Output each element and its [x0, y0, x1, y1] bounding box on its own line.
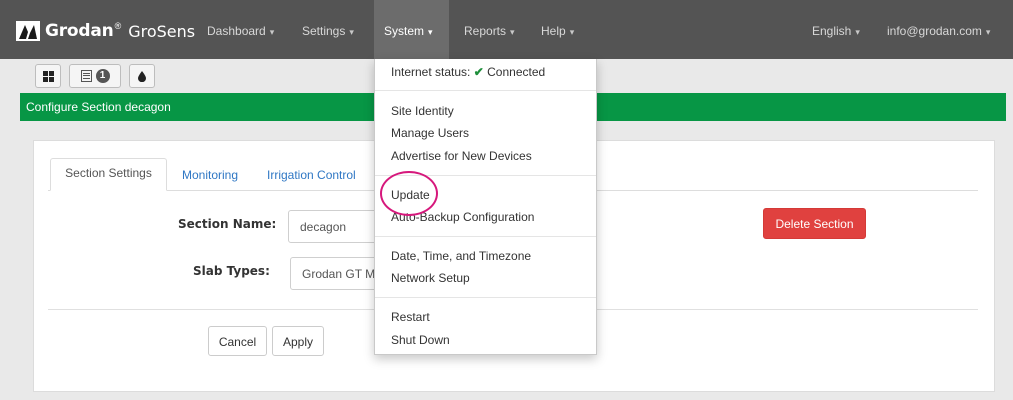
highlight-circle-annotation [380, 171, 438, 216]
list-icon [80, 70, 92, 82]
brand[interactable]: Grodan ® GroSens [16, 20, 195, 42]
caret-down-icon: ▾ [569, 27, 575, 37]
section-header-title: Configure Section decagon [26, 100, 171, 114]
nav-help[interactable]: Help ▾ [541, 0, 574, 59]
section-name-value: decagon [300, 220, 347, 234]
section-name-input[interactable]: decagon [288, 210, 378, 243]
internet-status-prefix: Internet status: [391, 65, 471, 79]
irrigation-view-button[interactable] [129, 64, 155, 88]
internet-status: Internet status: ✔ Connected [391, 65, 545, 79]
nav-reports[interactable]: Reports ▾ [464, 0, 515, 59]
menu-item-restart[interactable]: Restart [391, 310, 430, 324]
caret-down-icon: ▾ [269, 27, 275, 37]
product-name: GroSens [128, 21, 196, 41]
apply-button[interactable]: Apply [272, 326, 324, 356]
caret-down-icon: ▾ [855, 27, 860, 37]
delete-section-label: Delete Section [775, 217, 854, 231]
brand-name: Grodan [45, 21, 114, 41]
caret-down-icon: ▾ [985, 27, 991, 37]
slab-types-label: Slab Types: [193, 264, 270, 278]
slab-types-select[interactable]: Grodan GT M [290, 257, 378, 290]
cancel-label: Cancel [218, 335, 257, 349]
menu-item-network-setup[interactable]: Network Setup [391, 271, 470, 285]
count-badge: 1 [95, 69, 110, 83]
caret-down-icon: ▾ [349, 27, 354, 37]
grid-icon [42, 70, 54, 82]
nav-reports-label: Reports [464, 24, 507, 38]
menu-divider [375, 297, 596, 298]
menu-item-site-identity[interactable]: Site Identity [391, 104, 454, 118]
menu-divider [375, 90, 596, 91]
list-view-button[interactable]: 1 [69, 64, 121, 88]
menu-item-advertise-devices[interactable]: Advertise for New Devices [391, 149, 532, 163]
slab-types-value: Grodan GT M [302, 267, 376, 281]
nav-system[interactable]: System ▾ [374, 0, 449, 59]
cancel-button[interactable]: Cancel [208, 326, 267, 356]
nav-help-label: Help [541, 24, 566, 38]
top-navbar: Grodan ® GroSens Dashboard ▾ Settings ▾ Sy… [0, 0, 1013, 59]
caret-down-icon: ▾ [510, 27, 515, 37]
nav-language-label: English [812, 24, 852, 38]
nav-language[interactable]: English ▾ [812, 0, 860, 59]
nav-dashboard[interactable]: Dashboard ▾ [207, 0, 274, 59]
section-name-label: Section Name: [178, 217, 277, 231]
menu-item-date-time[interactable]: Date, Time, and Timezone [391, 249, 531, 263]
internet-status-value: Connected [487, 65, 546, 79]
nav-settings[interactable]: Settings ▾ [302, 0, 354, 59]
menu-item-shut-down[interactable]: Shut Down [391, 333, 450, 347]
tab-monitoring[interactable]: Monitoring [182, 168, 238, 182]
nav-system-label: System [384, 24, 425, 38]
menu-divider [375, 236, 596, 237]
nav-dashboard-label: Dashboard [207, 24, 266, 38]
caret-down-icon: ▾ [428, 27, 433, 37]
check-icon: ✔ [473, 65, 484, 79]
tab-monitoring-label: Monitoring [182, 168, 239, 182]
menu-item-manage-users[interactable]: Manage Users [391, 126, 469, 140]
delete-section-button[interactable]: Delete Section [763, 208, 866, 239]
brand-trademark: ® [114, 21, 122, 31]
tab-irrigation-control-label: Irrigation Control [267, 168, 356, 182]
tab-irrigation-control[interactable]: Irrigation Control [267, 168, 356, 182]
apply-label: Apply [282, 335, 314, 349]
nav-settings-label: Settings [302, 24, 346, 38]
drop-icon [138, 70, 146, 82]
grodan-logo-icon [16, 21, 40, 41]
tab-section-settings[interactable]: Section Settings [50, 158, 167, 191]
tab-section-settings-label: Section Settings [65, 166, 152, 180]
grid-view-button[interactable] [35, 64, 61, 88]
nav-account-label: info@grodan.com [887, 24, 982, 38]
nav-account[interactable]: info@grodan.com ▾ [887, 0, 990, 59]
